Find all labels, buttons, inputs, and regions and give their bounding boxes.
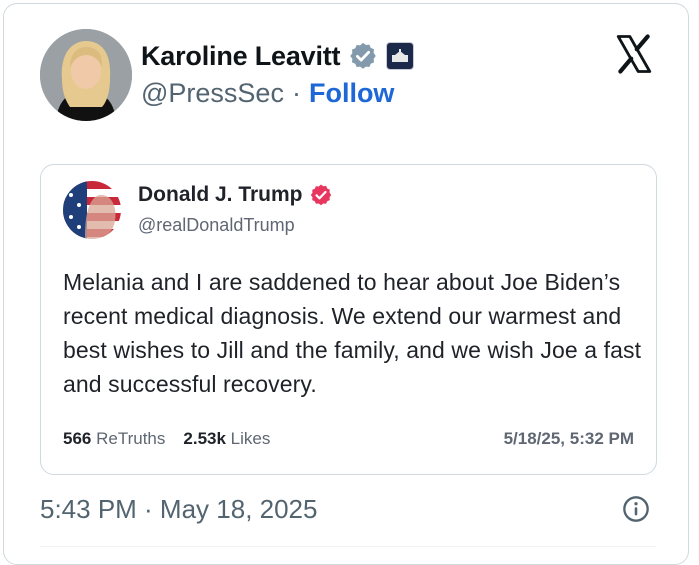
author-name-row: Karoline Leavitt: [141, 36, 415, 76]
quoted-post-card[interactable]: Donald J. Trump @realDonaldTrump Melania…: [40, 164, 657, 475]
author-name[interactable]: Karoline Leavitt: [141, 41, 341, 72]
quoted-post-stats: 566 ReTruths 2.53k Likes: [63, 429, 270, 449]
retruths-label: ReTruths: [96, 429, 166, 448]
likes-label: Likes: [230, 429, 271, 448]
quoted-author-name-row: Donald J. Trump: [138, 183, 333, 207]
author-avatar[interactable]: [40, 29, 132, 121]
quoted-author-avatar[interactable]: [63, 181, 121, 239]
flag-portrait-image: [63, 181, 121, 239]
white-house-badge-icon: [386, 42, 415, 70]
quoted-author-name[interactable]: Donald J. Trump: [138, 183, 303, 207]
likes-stat[interactable]: 2.53k Likes: [183, 429, 270, 449]
retruths-count: 566: [63, 429, 92, 448]
avatar-image: [40, 29, 132, 121]
likes-count: 2.53k: [183, 429, 226, 448]
author-handle[interactable]: @PressSec: [141, 78, 284, 109]
info-icon[interactable]: [622, 495, 650, 523]
post-timestamp[interactable]: 5:43 PM · May 18, 2025: [40, 494, 317, 525]
quoted-post-timestamp[interactable]: 5/18/25, 5:32 PM: [504, 429, 634, 449]
handle-separator: ·: [291, 78, 301, 108]
white-house-glyph: [392, 49, 409, 62]
follow-button[interactable]: Follow: [309, 78, 394, 109]
bottom-divider: [40, 546, 656, 547]
x-logo-icon[interactable]: [613, 33, 655, 75]
verified-badge-icon: [350, 42, 377, 69]
quoted-author-handle[interactable]: @realDonaldTrump: [138, 215, 295, 236]
verified-badge-icon: [310, 184, 331, 206]
quoted-post-text: Melania and I are saddened to hear about…: [63, 269, 642, 397]
retruths-stat[interactable]: 566 ReTruths: [63, 429, 165, 449]
author-handle-row: @PressSec · Follow: [141, 78, 394, 109]
